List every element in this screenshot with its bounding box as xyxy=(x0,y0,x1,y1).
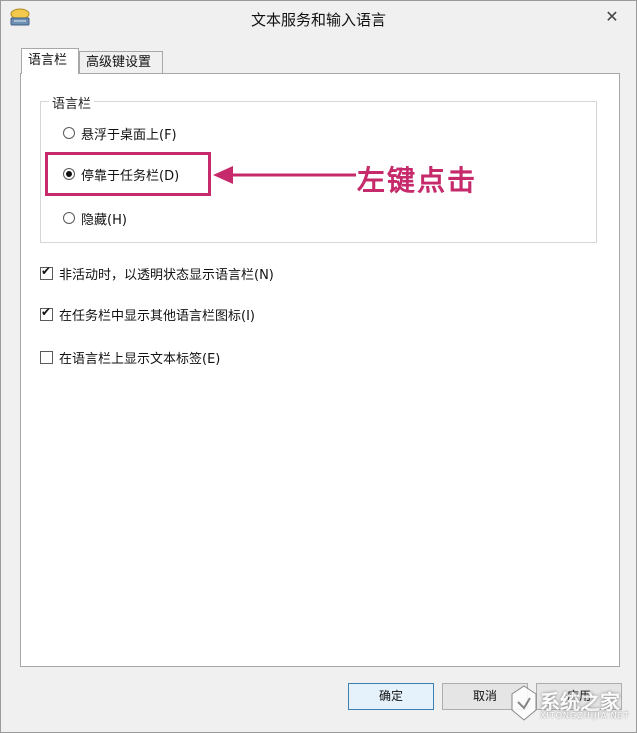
annotation-arrow-icon xyxy=(213,166,356,184)
radio-button[interactable] xyxy=(63,212,75,224)
radio-float-on-desktop[interactable]: 悬浮于桌面上(F) xyxy=(63,124,177,143)
checkbox-unchecked[interactable] xyxy=(40,350,53,364)
checkbox-checked[interactable] xyxy=(40,305,53,321)
radio-hidden[interactable]: 隐藏(H) xyxy=(63,209,127,228)
tab-advanced-key-settings[interactable]: 高级键设置 xyxy=(79,51,163,73)
ok-button[interactable]: 确定 xyxy=(348,683,434,710)
watermark-subtext: XITONGZHIJIA.NET xyxy=(540,711,630,720)
annotation-text: 左键点击 xyxy=(357,164,478,197)
site-watermark: 系统之家 XITONGZHIJIA.NET xyxy=(510,678,630,728)
close-icon: ✕ xyxy=(605,7,619,26)
checkbox-checked[interactable] xyxy=(40,264,53,280)
title-bar: 文本服务和输入语言 ✕ xyxy=(1,1,636,35)
annotation-highlight-box xyxy=(45,152,211,196)
group-title: 语言栏 xyxy=(49,93,95,112)
checkbox-show-text-labels[interactable]: 在语言栏上显示文本标签(E) xyxy=(40,348,221,367)
radio-button[interactable] xyxy=(63,127,75,139)
radio-label: 悬浮于桌面上(F) xyxy=(81,127,177,143)
checkbox-label: 在任务栏中显示其他语言栏图标(I) xyxy=(59,308,255,324)
tab-language-bar[interactable]: 语言栏 xyxy=(21,48,79,74)
dialog-window: 文本服务和输入语言 ✕ 语言栏 高级键设置 语言栏 悬浮于桌面上(F) 停靠于任… xyxy=(0,0,637,733)
checkbox-label: 非活动时，以透明状态显示语言栏(N) xyxy=(59,267,274,283)
radio-label: 隐藏(H) xyxy=(81,212,127,228)
window-title: 文本服务和输入语言 xyxy=(250,11,386,29)
checkbox-label: 在语言栏上显示文本标签(E) xyxy=(59,351,221,367)
checkbox-show-extra-icons[interactable]: 在任务栏中显示其他语言栏图标(I) xyxy=(40,305,255,324)
checkbox-transparent-when-inactive[interactable]: 非活动时，以透明状态显示语言栏(N) xyxy=(40,264,274,283)
close-button[interactable]: ✕ xyxy=(600,7,624,27)
watermark-logo-icon xyxy=(511,685,537,721)
